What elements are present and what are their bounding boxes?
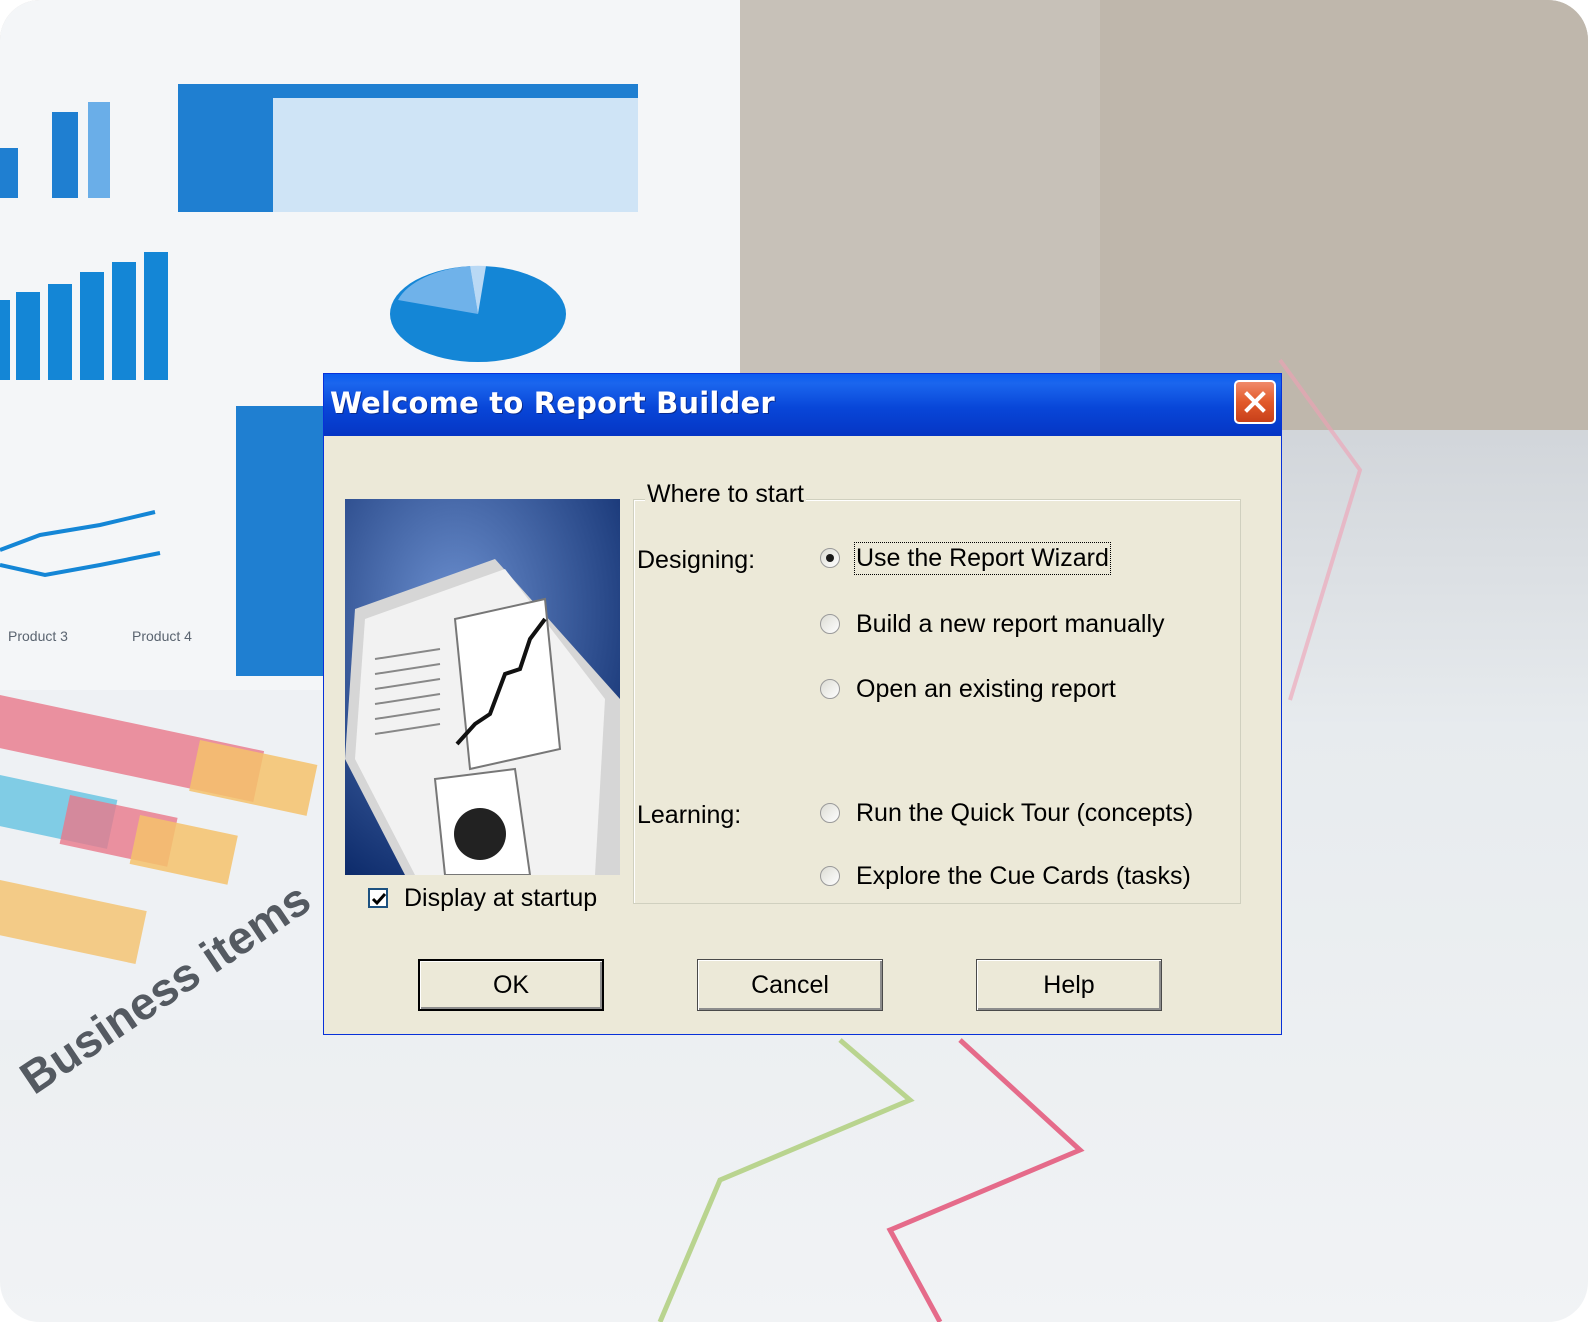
- report-builder-dialog: Welcome to Report Builder Display at sta…: [324, 374, 1281, 1034]
- radio-button[interactable]: [820, 803, 840, 823]
- checkmark-icon: [371, 893, 387, 906]
- radio-label: Use the Report Wizard: [854, 541, 1111, 575]
- title-bar[interactable]: Welcome to Report Builder: [324, 374, 1281, 436]
- startup-checkbox-box[interactable]: [368, 888, 388, 908]
- radio-button[interactable]: [820, 679, 840, 699]
- radio-build-new-report[interactable]: Build a new report manually: [820, 607, 1165, 641]
- ok-button[interactable]: OK: [418, 959, 604, 1011]
- learning-label: Learning:: [637, 801, 742, 829]
- close-icon: [1244, 391, 1266, 413]
- radio-button[interactable]: [820, 866, 840, 886]
- radio-label: Run the Quick Tour (concepts): [856, 798, 1194, 827]
- radio-label: Open an existing report: [856, 674, 1116, 703]
- radio-use-report-wizard[interactable]: Use the Report Wizard: [820, 541, 1111, 575]
- background-chart-label-1: Product 3: [8, 628, 68, 644]
- background-chart-label-2: Product 4: [132, 628, 192, 644]
- help-button[interactable]: Help: [976, 959, 1162, 1011]
- startup-checkbox-label: Display at startup: [404, 883, 598, 912]
- radio-open-existing-report[interactable]: Open an existing report: [820, 672, 1116, 706]
- designing-label: Designing:: [637, 546, 756, 574]
- cancel-button[interactable]: Cancel: [697, 959, 883, 1011]
- report-graph-image: [345, 499, 620, 875]
- radio-label: Build a new report manually: [856, 609, 1165, 638]
- screenshot-canvas: Business items Product 3 Product 4 Welco…: [0, 0, 1588, 1322]
- group-caption: Where to start: [645, 480, 806, 509]
- radio-run-quick-tour[interactable]: Run the Quick Tour (concepts): [820, 796, 1193, 830]
- report-illustration: [345, 499, 620, 875]
- radio-button-selected[interactable]: [820, 548, 840, 568]
- radio-explore-cue-cards[interactable]: Explore the Cue Cards (tasks): [820, 859, 1191, 893]
- display-at-startup-checkbox[interactable]: Display at startup: [368, 882, 597, 914]
- radio-label: Explore the Cue Cards (tasks): [856, 861, 1191, 890]
- dialog-title: Welcome to Report Builder: [330, 386, 775, 420]
- close-button[interactable]: [1234, 380, 1276, 424]
- radio-button[interactable]: [820, 614, 840, 634]
